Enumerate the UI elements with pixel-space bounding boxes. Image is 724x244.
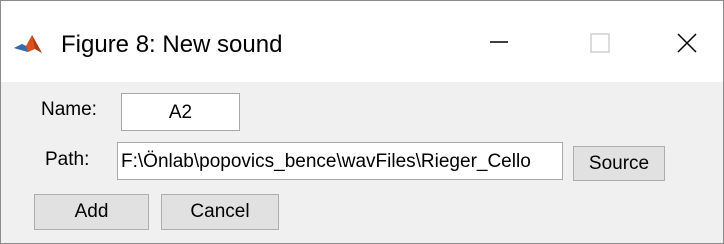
minimize-icon[interactable]: [469, 19, 529, 69]
figure-window: Figure 8: New sound Name: A2 Path: F:\Ön…: [0, 0, 724, 244]
window-title: Figure 8: New sound: [61, 31, 283, 58]
maximize-icon[interactable]: [569, 19, 629, 69]
add-button[interactable]: Add: [34, 194, 149, 230]
name-label: Name:: [41, 99, 97, 120]
path-label: Path:: [45, 149, 90, 170]
cancel-button[interactable]: Cancel: [161, 194, 279, 230]
name-field[interactable]: A2: [121, 93, 240, 131]
source-button[interactable]: Source: [573, 146, 665, 181]
matlab-logo-icon: [14, 35, 42, 53]
path-field[interactable]: F:\Önlab\popovics_bence\wavFiles\Rieger_…: [117, 142, 563, 180]
title-bar[interactable]: Figure 8: New sound: [1, 1, 723, 82]
close-icon[interactable]: [656, 19, 716, 69]
